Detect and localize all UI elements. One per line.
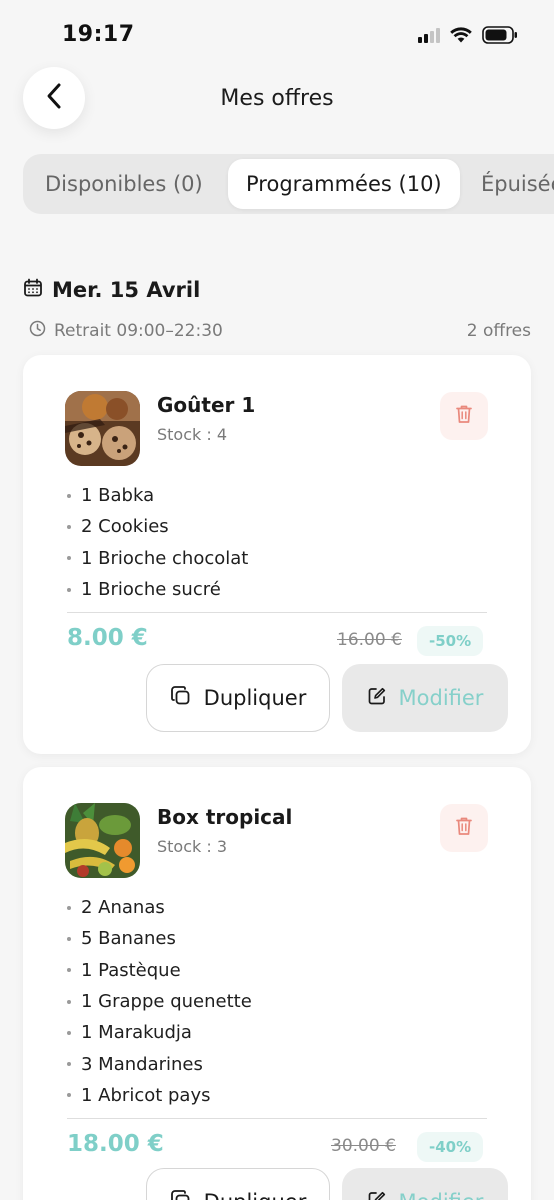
date-group-header: Mer. 15 Avril <box>23 278 200 302</box>
offer-items: 1 Babka 2 Cookies 1 Brioche chocolat 1 B… <box>67 480 248 605</box>
original-price: 30.00 € <box>331 1136 396 1156</box>
offer-image <box>65 803 140 878</box>
clock-icon <box>29 320 46 341</box>
offer-title: Goûter 1 <box>157 393 256 417</box>
tab-disponibles[interactable]: Disponibles (0) <box>45 159 203 209</box>
duplicate-label: Dupliquer <box>204 1190 307 1200</box>
battery-icon <box>482 26 518 44</box>
list-item: 1 Marakudja <box>67 1017 252 1048</box>
tab-epuisees[interactable]: Épuisées <box>481 159 554 209</box>
list-item: 2 Ananas <box>67 892 252 923</box>
list-item: 1 Brioche sucré <box>67 574 248 605</box>
duplicate-button[interactable]: Dupliquer <box>146 664 330 732</box>
status-bar: 19:17 <box>0 0 554 70</box>
tab-programmees[interactable]: Programmées (10) <box>228 159 460 209</box>
divider <box>67 1118 487 1119</box>
duplicate-label: Dupliquer <box>203 686 307 710</box>
offer-card[interactable]: Box tropical Stock : 3 2 Ananas 5 Banane… <box>23 767 531 1200</box>
edit-label: Modifier <box>399 1190 484 1200</box>
pickup-time: Retrait 09:00–22:30 <box>54 320 223 341</box>
offer-items: 2 Ananas 5 Bananes 1 Pastèque 1 Grappe q… <box>67 892 252 1111</box>
offer-price: 18.00 € <box>67 1131 164 1157</box>
status-icons <box>418 26 518 44</box>
list-item: 5 Bananes <box>67 923 252 954</box>
status-time: 19:17 <box>62 22 135 47</box>
signal-icon <box>418 27 440 43</box>
offer-count: 2 offres <box>466 320 531 341</box>
discount-badge: -50% <box>417 626 484 656</box>
offer-price: 8.00 € <box>67 625 148 651</box>
offer-image <box>65 391 140 466</box>
list-item: 1 Abricot pays <box>67 1080 252 1111</box>
trash-icon <box>455 404 473 428</box>
copy-icon <box>170 1189 192 1200</box>
edit-icon <box>367 1190 387 1200</box>
edit-icon <box>367 686 387 711</box>
date-label: Mer. 15 Avril <box>52 278 201 302</box>
delete-button[interactable] <box>440 804 488 852</box>
pickup-row: Retrait 09:00–22:30 2 offres <box>29 320 531 341</box>
list-item: 3 Mandarines <box>67 1048 252 1079</box>
duplicate-button[interactable]: Dupliquer <box>146 1168 330 1200</box>
trash-icon <box>455 816 473 840</box>
list-item: 1 Pastèque <box>67 955 252 986</box>
wifi-icon <box>450 27 472 43</box>
copy-icon <box>170 685 192 712</box>
divider <box>67 612 487 613</box>
offer-title: Box tropical <box>157 805 293 829</box>
offer-card[interactable]: Goûter 1 Stock : 4 1 Babka 2 Cookies 1 B… <box>23 355 531 754</box>
delete-button[interactable] <box>440 392 488 440</box>
edit-label: Modifier <box>398 686 484 710</box>
offers-page: 19:17 Mes offres Disponibles (0) Program… <box>0 0 554 1200</box>
offer-stock: Stock : 3 <box>157 837 228 856</box>
list-item: 1 Brioche chocolat <box>67 543 248 574</box>
page-title: Mes offres <box>220 86 334 111</box>
edit-button[interactable]: Modifier <box>342 664 508 732</box>
list-item: 2 Cookies <box>67 511 248 542</box>
list-item: 1 Grappe quenette <box>67 986 252 1017</box>
original-price: 16.00 € <box>337 630 402 650</box>
pickup-info: Retrait 09:00–22:30 <box>29 320 223 341</box>
edit-button[interactable]: Modifier <box>342 1168 508 1200</box>
tab-bar: Disponibles (0) Programmées (10) Épuisée… <box>23 154 554 214</box>
list-item: 1 Babka <box>67 480 248 511</box>
offer-stock: Stock : 4 <box>157 425 228 444</box>
discount-badge: -40% <box>417 1132 484 1162</box>
calendar-icon <box>23 278 43 302</box>
